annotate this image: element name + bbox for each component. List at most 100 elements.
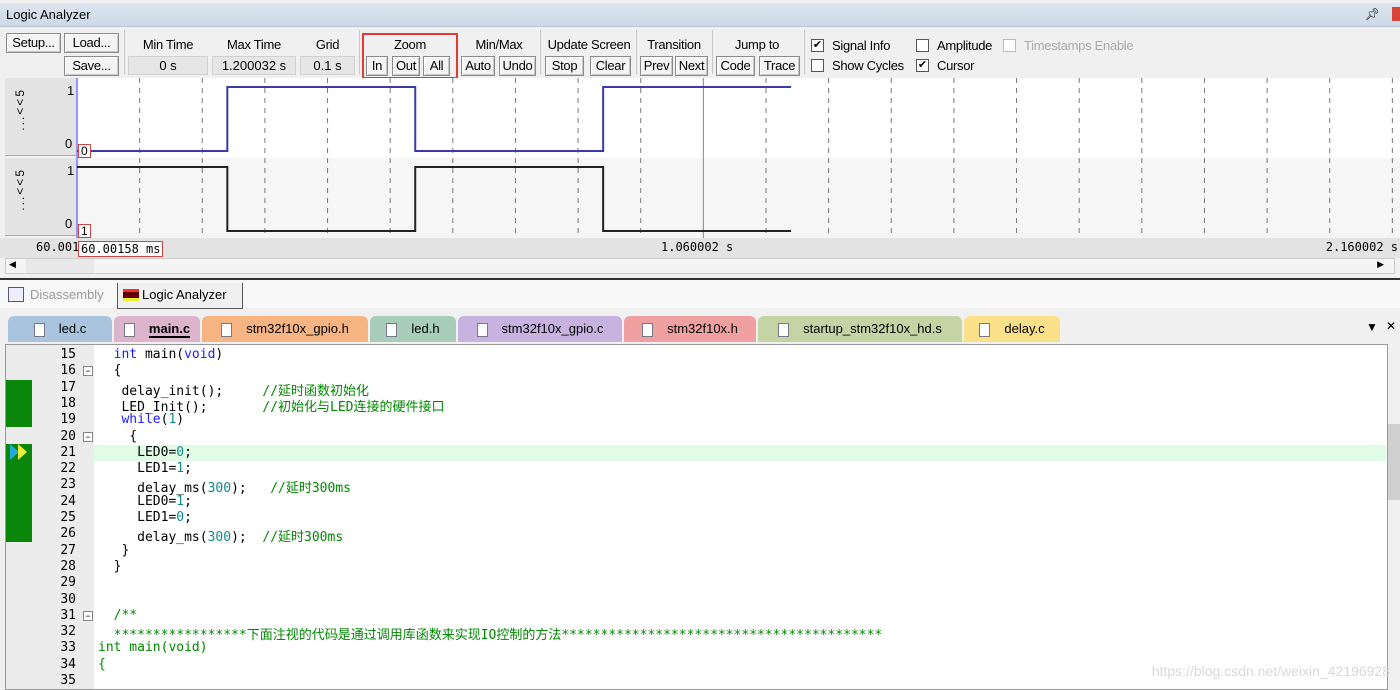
jump-code-button[interactable]: Code <box>716 56 755 76</box>
code-line[interactable]: 17 delay_init(); //延时函数初始化 <box>6 380 1386 399</box>
cursor-label: Cursor <box>937 58 975 73</box>
code-line[interactable]: 32 *****************下面注视的代码是通过调用库函数来实现IO… <box>6 624 1386 643</box>
scroll-left-icon[interactable]: ◀ <box>9 259 16 270</box>
signal-row-bg <box>77 78 1400 158</box>
minmax-label: Min/Max <box>475 37 523 52</box>
fold-toggle-icon[interactable]: − <box>83 366 93 377</box>
line-number: 26 <box>60 526 76 542</box>
line-number: 29 <box>60 575 76 591</box>
code-line[interactable]: 16 { <box>6 363 1386 379</box>
toolbar: Setup... Load... Save... Min Time 0 s Ma… <box>0 28 1400 79</box>
zoom-all-button[interactable]: All <box>423 56 450 76</box>
line-number: 35 <box>60 673 76 688</box>
code-line[interactable]: 28 } <box>6 559 1386 575</box>
file-tab[interactable]: main.c <box>114 316 200 342</box>
signal-info-label: Signal Info <box>832 38 891 53</box>
code-line[interactable]: 19 while(1) <box>6 412 1386 428</box>
save-button[interactable]: Save... <box>64 56 119 76</box>
divider <box>359 30 360 74</box>
auto-button[interactable]: Auto <box>461 56 495 76</box>
waveform-area[interactable]: ...<<5 1 0 ...<<5 1 0 0 1 <box>0 78 1400 238</box>
code-line[interactable]: 23 delay_ms(300); //延时300ms <box>6 477 1386 496</box>
tab-disassembly[interactable]: Disassembly <box>6 283 104 309</box>
code-line[interactable]: 24 LED0=1; <box>6 494 1386 510</box>
file-tab[interactable]: led.c <box>8 316 112 342</box>
code-text: /** <box>113 607 138 623</box>
code-line[interactable]: 27 } <box>6 543 1386 559</box>
next-button[interactable]: Next <box>675 56 708 76</box>
code-line[interactable]: 22 LED1=1; <box>6 461 1386 477</box>
file-icon <box>221 322 233 337</box>
time-axis: 60.001 60.00158 ms 1.060002 s 2.160002 s <box>0 238 1400 258</box>
amplitude-checkbox[interactable] <box>916 39 929 52</box>
tab-list-dropdown-icon[interactable]: ▼ <box>1366 320 1378 334</box>
code-line[interactable]: 21 LED0=0; <box>60 444 1386 462</box>
line-number: 30 <box>60 591 76 607</box>
amplitude-label: Amplitude <box>937 38 993 53</box>
scroll-thumb[interactable] <box>26 259 94 273</box>
stop-button[interactable]: Stop <box>545 56 584 76</box>
code-line[interactable]: 30 <box>6 592 1386 608</box>
file-icon <box>642 322 654 337</box>
file-tab[interactable]: stm32f10x_gpio.c <box>458 316 622 342</box>
jump-trace-button[interactable]: Trace <box>759 56 800 76</box>
code-line[interactable]: 26 delay_ms(300); //延时300ms <box>6 526 1386 545</box>
scroll-right-icon[interactable]: ▶ <box>1377 259 1384 270</box>
close-tab-icon[interactable]: ✕ <box>1386 319 1396 333</box>
file-icon <box>386 322 398 337</box>
transition-label: Transition <box>647 37 701 52</box>
watermark: https://blog.csdn.net/weixin_42196928 <box>1151 663 1390 679</box>
file-tab[interactable]: led.h <box>370 316 456 342</box>
file-tab[interactable]: startup_stm32f10x_hd.s <box>758 316 962 342</box>
zoom-in-button[interactable]: In <box>366 56 388 76</box>
signal-info-checkbox[interactable]: ✔ <box>811 39 824 52</box>
code-line[interactable]: 20 { <box>6 429 1386 445</box>
signal-value-marker: 0 <box>78 144 91 158</box>
code-line[interactable]: 25 LED1=0; <box>6 510 1386 526</box>
code-line[interactable]: 33 int main(void) <box>6 640 1386 656</box>
time-left-label: 60.001 <box>36 240 80 254</box>
timestamps-label: Timestamps Enable <box>1024 38 1134 53</box>
clear-button[interactable]: Clear <box>590 56 631 76</box>
file-tab-label: startup_stm32f10x_hd.s <box>803 321 942 336</box>
prev-button[interactable]: Prev <box>640 56 673 76</box>
file-tab[interactable]: delay.c <box>964 316 1060 342</box>
tab-label: Logic Analyzer <box>142 287 227 302</box>
fold-toggle-icon[interactable]: − <box>83 610 93 621</box>
code-line[interactable]: 18 LED_Init(); //初始化与LED连接的硬件接口 <box>6 396 1386 415</box>
code-line[interactable]: 31 /** <box>6 608 1386 624</box>
show-cycles-checkbox[interactable] <box>811 59 824 72</box>
file-icon <box>778 322 790 337</box>
file-tab[interactable]: stm32f10x_gpio.h <box>202 316 368 342</box>
file-tab[interactable]: stm32f10x.h <box>624 316 756 342</box>
line-number: 21 <box>60 444 76 460</box>
tab-logic-analyzer[interactable]: Logic Analyzer <box>117 283 243 309</box>
line-number: 31 <box>60 607 76 623</box>
file-tab-label: led.h <box>411 321 440 336</box>
load-button[interactable]: Load... <box>64 33 119 53</box>
grid-value: 0.1 s <box>300 56 355 75</box>
line-number: 19 <box>60 412 76 428</box>
undo-button[interactable]: Undo <box>499 56 536 76</box>
pin-icon[interactable]: 📌︎ <box>1365 7 1380 21</box>
fold-toggle-icon[interactable]: − <box>83 431 93 442</box>
file-tab-label: delay.c <box>1004 321 1045 336</box>
horizontal-scrollbar[interactable]: ◀ ▶ <box>5 258 1395 274</box>
window-title: Logic Analyzer <box>6 7 91 22</box>
code-line[interactable]: 15 int main(void) <box>6 347 1386 363</box>
close-icon[interactable] <box>1392 7 1400 21</box>
divider <box>804 30 805 74</box>
signal-value-marker: 1 <box>78 224 91 238</box>
scroll-thumb[interactable] <box>1388 424 1400 500</box>
code-editor[interactable]: 15 int main(void) 16 {17 delay_init(); //… <box>5 344 1388 690</box>
cursor-checkbox[interactable]: ✔ <box>916 59 929 72</box>
file-icon <box>979 322 991 337</box>
line-number: 20 <box>60 428 76 444</box>
setup-button[interactable]: Setup... <box>6 33 61 53</box>
update-screen-label: Update Screen <box>547 37 631 52</box>
vertical-scrollbar[interactable] <box>1388 344 1400 690</box>
grid-label: Grid <box>315 37 340 52</box>
zoom-out-button[interactable]: Out <box>392 56 420 76</box>
file-tab-label: main.c <box>148 321 191 338</box>
code-line[interactable]: 29 <box>6 575 1386 591</box>
